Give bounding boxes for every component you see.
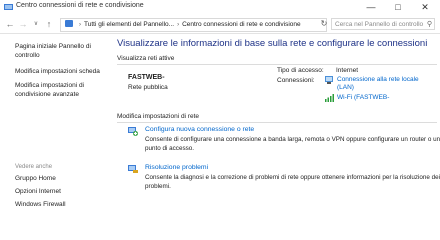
close-button[interactable]: ✕ [412, 0, 438, 15]
breadcrumb-separator-icon: › [79, 22, 81, 28]
troubleshoot-description: Consente la diagnosi e la correzione di … [145, 174, 440, 190]
window-title: Centro connessioni di rete e condivision… [16, 2, 144, 9]
divider [117, 64, 437, 65]
see-also-label: Vedere anche [15, 164, 53, 170]
change-network-settings-heading: Modifica impostazioni di rete [117, 113, 200, 120]
ethernet-icon [325, 76, 333, 84]
sidebar-link-adapter-settings[interactable]: Modifica impostazioni scheda [15, 68, 107, 77]
breadcrumb-separator-icon: › [177, 22, 180, 28]
search-icon[interactable]: ⚲ [427, 19, 432, 31]
network-center-icon [4, 4, 13, 10]
troubleshoot-icon [128, 165, 138, 173]
new-connection-icon [128, 127, 138, 136]
forward-arrow-icon[interactable]: → [17, 18, 29, 30]
sidebar-link-control-panel-home[interactable]: Pagina iniziale Pannello di controllo [15, 43, 107, 60]
breadcrumb-network-center[interactable]: Centro connessioni di rete e condivision… [182, 19, 301, 31]
access-type-value: Internet [336, 67, 359, 74]
minimize-button[interactable]: — [358, 0, 384, 15]
setup-connection-description: Consente di configurare una connessione … [145, 136, 440, 152]
network-type-link[interactable]: Rete pubblica [128, 84, 168, 91]
divider [117, 122, 437, 123]
sidebar-link-internet-options[interactable]: Opzioni Internet [15, 188, 107, 197]
main-panel: Visualizzare le informazioni di base sul… [113, 34, 440, 218]
search-placeholder: Cerca nel Pannello di controllo [335, 21, 424, 28]
page-title: Visualizzare le informazioni di base sul… [117, 38, 428, 49]
search-input[interactable]: Cerca nel Pannello di controllo ⚲ [331, 18, 435, 30]
troubleshoot-link[interactable]: Risoluzione problemi [145, 164, 208, 171]
sidebar-link-homegroup[interactable]: Gruppo Home [15, 175, 107, 184]
wifi-connection-link[interactable]: Wi-Fi (FASTWEB- [337, 94, 389, 102]
active-networks-heading: Visualizza reti attive [117, 55, 175, 62]
breadcrumb[interactable]: › Tutti gli elementi del Pannello... › Cent… [60, 18, 327, 32]
recent-pages-chevron-icon[interactable]: ∨ [30, 18, 42, 30]
sidebar-link-windows-firewall[interactable]: Windows Firewall [15, 201, 107, 210]
back-arrow-icon[interactable]: ← [4, 18, 16, 30]
wifi-signal-icon [325, 94, 334, 102]
setup-connection-link[interactable]: Configura nuova connessione o rete [145, 126, 254, 133]
sidebar: Pagina iniziale Pannello di controllo Mo… [0, 34, 108, 218]
refresh-icon[interactable]: ↻ [318, 18, 330, 30]
sidebar-link-advanced-sharing[interactable]: Modifica impostazioni di condivisione av… [15, 82, 107, 99]
breadcrumb-all-items[interactable]: Tutti gli elementi del Pannello... [84, 19, 174, 31]
up-arrow-icon[interactable]: ↑ [43, 18, 55, 30]
maximize-button[interactable]: □ [385, 0, 411, 15]
lan-connection-link[interactable]: Connessione alla rete locale (LAN) [337, 76, 427, 92]
access-type-label: Tipo di accesso: [277, 67, 324, 74]
connections-label: Connessioni: [277, 77, 315, 84]
control-panel-icon [65, 20, 73, 27]
address-bar: ← → ∨ ↑ › Tutti gli elementi del Pannello… [0, 15, 440, 34]
network-name: FASTWEB- [128, 74, 165, 81]
title-bar: Centro connessioni di rete e condivision… [0, 0, 440, 16]
